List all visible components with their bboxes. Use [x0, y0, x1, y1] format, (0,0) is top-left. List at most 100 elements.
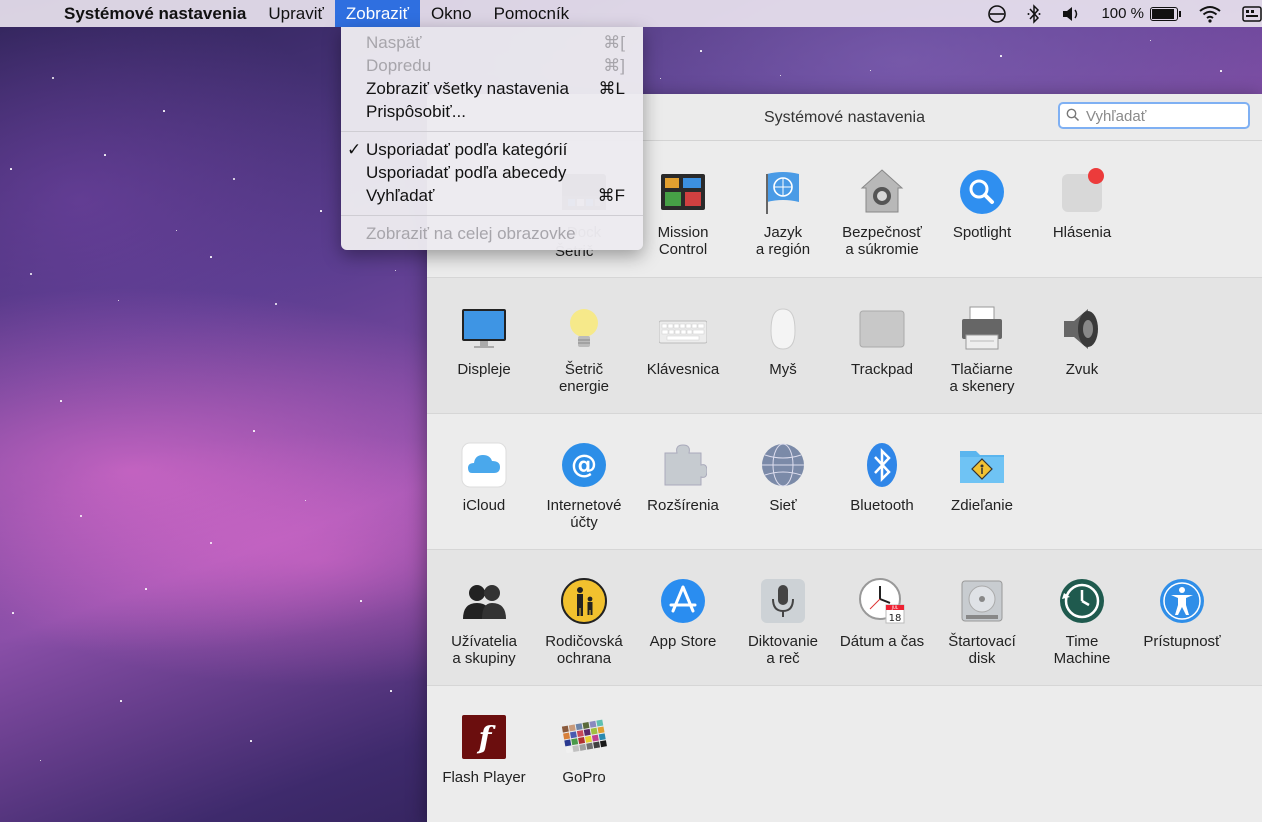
pane-startup[interactable]: Štartovací disk	[932, 577, 1032, 667]
pane-dictation[interactable]: Diktovanie a reč	[733, 577, 833, 667]
search-field[interactable]	[1058, 102, 1250, 129]
pane-label: Myš	[733, 361, 833, 378]
pane-label-line: Rodičovská	[545, 633, 623, 650]
star	[52, 77, 54, 79]
star	[305, 500, 307, 502]
star	[163, 110, 165, 112]
notifications-icon	[1058, 168, 1106, 216]
mouse-icon	[759, 305, 807, 353]
pane-label-line: Machine	[1053, 650, 1111, 667]
star	[870, 70, 872, 72]
pane-mouse[interactable]: Myš	[733, 305, 833, 378]
star	[250, 740, 252, 742]
menu-upravit[interactable]: Upraviť	[257, 0, 335, 27]
input-source-icon[interactable]	[1242, 5, 1262, 22]
menu-item-by-category[interactable]: ✓ Usporiadať podľa kategórií	[341, 138, 643, 161]
pane-label: Dátum a čas	[832, 633, 932, 650]
pane-language[interactable]: Jazyk a región	[733, 168, 833, 258]
pane-sound[interactable]: Zvuk	[1032, 305, 1132, 378]
pane-timemachine[interactable]: Time Machine	[1032, 577, 1132, 667]
pane-label: Bluetooth	[832, 497, 932, 514]
pane-label: Sieť	[733, 497, 833, 514]
menu-item-customize[interactable]: Prispôsobiť...	[341, 100, 643, 123]
app-store-icon	[659, 577, 707, 625]
sharing-folder-icon	[958, 441, 1006, 489]
menu-okno[interactable]: Okno	[420, 0, 483, 27]
app-menu[interactable]: Systémové nastavenia	[64, 0, 257, 27]
pane-label: Rozšírenia	[633, 497, 733, 514]
pane-label-line: Bluetooth	[850, 497, 914, 514]
pane-label-line: Trackpad	[851, 361, 913, 378]
pane-label: iCloud	[434, 497, 534, 514]
pane-label-line: Dátum a čas	[839, 633, 925, 650]
menu-item-alphabetical[interactable]: Usporiadať podľa abecedy	[341, 161, 643, 184]
pane-mission-control[interactable]: Mission Control	[633, 168, 733, 258]
menu-item-show-all[interactable]: Zobraziť všetky nastavenia ⌘L	[341, 77, 643, 100]
display-icon	[460, 305, 508, 353]
pane-label-line: Flash Player	[442, 769, 526, 786]
pane-users[interactable]: Užívatelia a skupiny	[434, 577, 534, 667]
pane-label-line: a reč	[766, 650, 800, 667]
pane-gopro[interactable]: GoPro	[534, 713, 634, 786]
pane-label: Užívatelia a skupiny	[434, 633, 534, 667]
pane-label-line: Myš	[769, 361, 797, 378]
menu-pomocnik[interactable]: Pomocník	[483, 0, 581, 27]
pane-icloud[interactable]: iCloud	[434, 441, 534, 514]
pane-printers[interactable]: Tlačiarne a skenery	[932, 305, 1032, 395]
pane-displays[interactable]: Displeje	[434, 305, 534, 378]
pane-internet-accounts[interactable]: @ Internetové účty	[534, 441, 634, 531]
pane-datetime[interactable]: JUL 18 Dátum a čas	[832, 577, 932, 650]
pane-trackpad[interactable]: Trackpad	[832, 305, 932, 378]
star	[118, 300, 120, 302]
star	[80, 515, 82, 517]
spotlight-icon	[958, 168, 1006, 216]
battery-percent: 100 %	[1101, 5, 1144, 22]
pane-label-line: Bezpečnosť	[842, 224, 922, 241]
star	[10, 168, 12, 170]
volume-icon[interactable]	[1061, 5, 1081, 23]
icloud-icon	[460, 441, 508, 489]
star	[1220, 70, 1222, 72]
menu-zobrazit[interactable]: Zobraziť	[334, 0, 420, 27]
pane-extensions[interactable]: Rozšírenia	[633, 441, 733, 514]
pane-appstore[interactable]: App Store	[633, 577, 733, 650]
search-icon	[1066, 108, 1080, 122]
pane-accessibility[interactable]: Prístupnosť	[1132, 577, 1232, 650]
pane-keyboard[interactable]: Klávesnica	[633, 305, 733, 378]
star	[700, 50, 702, 52]
star	[780, 75, 781, 76]
star	[390, 690, 392, 692]
pane-label: Jazyk a región	[733, 224, 833, 258]
pane-network[interactable]: Sieť	[733, 441, 833, 514]
un-flag-icon	[759, 168, 807, 216]
puzzle-icon	[659, 441, 708, 489]
battery-status[interactable]: 100 %	[1101, 5, 1181, 22]
time-machine-icon	[1058, 577, 1106, 625]
do-not-disturb-icon[interactable]	[987, 4, 1007, 24]
pane-parental[interactable]: Rodičovská ochrana	[534, 577, 634, 667]
pane-label-line: a skupiny	[452, 650, 516, 667]
pane-label: Tlačiarne a skenery	[932, 361, 1032, 395]
bluetooth-status-icon[interactable]	[1027, 3, 1041, 24]
pane-bluetooth[interactable]: Bluetooth	[832, 441, 932, 514]
pane-label-line: Control	[658, 241, 708, 258]
menu-item-fullscreen: Zobraziť na celej obrazovke	[366, 224, 576, 243]
pane-energy[interactable]: Šetrič energie	[534, 305, 634, 395]
pane-label: Spotlight	[932, 224, 1032, 241]
pane-label-line: Internetové	[546, 497, 622, 514]
wifi-icon[interactable]	[1198, 5, 1222, 23]
pane-sharing[interactable]: Zdieľanie	[932, 441, 1032, 514]
menu-item-search[interactable]: Vyhľadať ⌘F	[341, 184, 643, 207]
pane-label-line: Diktovanie	[747, 633, 819, 650]
pane-label-line: a skenery	[949, 378, 1015, 395]
search-input[interactable]	[1084, 106, 1248, 127]
pane-notifications[interactable]: Hlásenia	[1032, 168, 1132, 241]
pane-security[interactable]: Bezpečnosť a súkromie	[832, 168, 932, 258]
menu-item-forward: Dopredu ⌘]	[366, 56, 625, 75]
pane-label-line: Displeje	[457, 361, 511, 378]
star	[395, 270, 396, 271]
pane-label-line: ochrana	[556, 650, 612, 667]
pane-spotlight[interactable]: Spotlight	[932, 168, 1032, 241]
pane-flash[interactable]: f Flash Player	[434, 713, 534, 786]
battery-icon	[1150, 6, 1181, 21]
